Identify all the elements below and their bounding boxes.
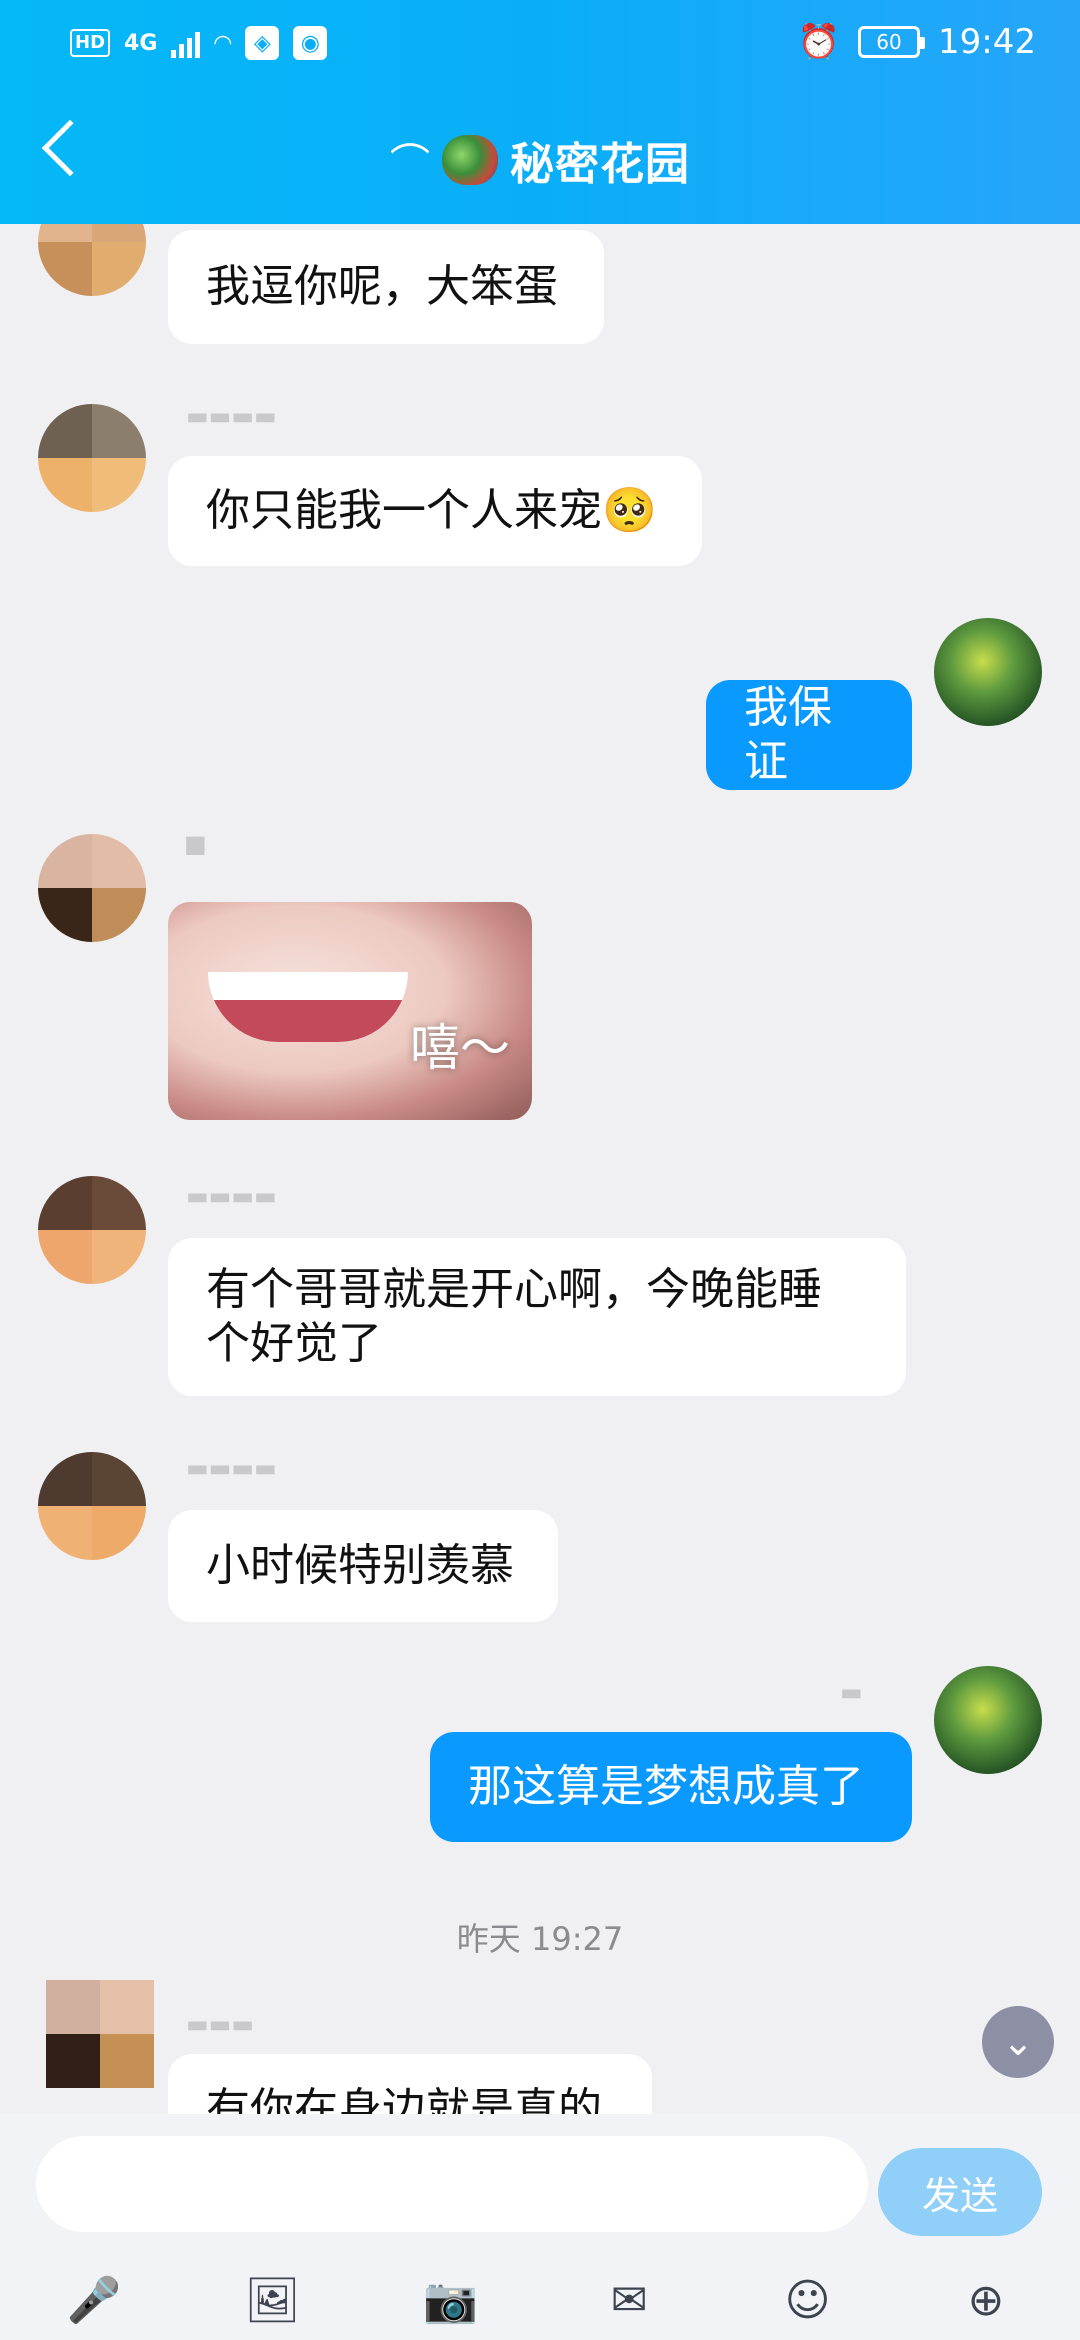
signal-icon: [171, 28, 201, 58]
wifi-icon: ◠: [214, 30, 232, 56]
message-bubble[interactable]: 小时候特别羡慕: [168, 1510, 558, 1622]
network-type: 4G: [124, 30, 158, 56]
avatar[interactable]: [46, 1980, 154, 2088]
chat-header: HD 4G ◠ ◈ ◉ ⏰ 60 19:42 ⌒ 秘密花园: [0, 0, 1080, 224]
message-bubble[interactable]: 有你在身边就是真的: [168, 2054, 652, 2114]
message-bubble[interactable]: 我逗你呢，大笨蛋: [168, 230, 604, 344]
image-caption: 嘻～: [410, 1019, 510, 1077]
avatar[interactable]: [38, 404, 146, 512]
title-row: ⌒ 秘密花园: [0, 128, 1080, 192]
avatar[interactable]: [38, 224, 146, 296]
message-bubble[interactable]: 有个哥哥就是开心啊，今晚能睡 个好觉了: [168, 1238, 906, 1396]
avatar[interactable]: [934, 618, 1042, 726]
ear-icon[interactable]: ⌒: [390, 131, 430, 189]
red-packet-icon[interactable]: ✉: [593, 2264, 665, 2336]
image-icon[interactable]: 🖼: [236, 2264, 308, 2336]
avatar[interactable]: [934, 1666, 1042, 1774]
message-line: 个好觉了: [206, 1318, 382, 1369]
message-line: 有个哥哥就是开心啊，今晚能睡: [206, 1264, 822, 1315]
image-mouth: [208, 972, 408, 1042]
composer-icons: 🎤 🖼 📷 ✉ ☺ ⊕: [0, 2264, 1080, 2336]
dragon-emoji-icon: [442, 135, 498, 185]
plus-icon[interactable]: ⊕: [950, 2264, 1022, 2336]
status-right: ⏰ 60 19:42: [798, 22, 1036, 62]
battery-icon: 60: [858, 26, 926, 58]
image-message[interactable]: 嘻～: [168, 902, 532, 1120]
clock: 19:42: [938, 22, 1036, 62]
bulb-icon: ◈: [245, 26, 280, 60]
timestamp: 昨天 19:27: [456, 1920, 624, 1958]
chat-title: 秘密花园: [510, 139, 690, 190]
avatar[interactable]: [38, 1452, 146, 1560]
sender-name: ■: [184, 830, 207, 858]
microphone-icon[interactable]: 🎤: [58, 2264, 130, 2336]
sender-name: ▬: [840, 1678, 863, 1706]
scroll-down-icon[interactable]: ⌄: [982, 2006, 1054, 2078]
alarm-icon: ⏰: [797, 22, 841, 62]
avatar[interactable]: [38, 1176, 146, 1284]
emoji-icon[interactable]: ☺: [772, 2264, 844, 2336]
chat-area[interactable]: 我逗你呢，大笨蛋 ▬▬▬▬ 你只能我一个人来宠🥺 我保证 ■ 嘻～ ▬▬▬▬ 有…: [0, 224, 1080, 2114]
hd-badge: HD: [70, 29, 111, 57]
avatar[interactable]: [38, 834, 146, 942]
sender-name: ▬▬▬▬: [186, 1182, 277, 1210]
status-left: HD 4G ◠ ◈ ◉: [70, 26, 328, 60]
status-bar: HD 4G ◠ ◈ ◉ ⏰ 60 19:42: [0, 0, 1080, 92]
composer-bar: 发送 🎤 🖼 📷 ✉ ☺ ⊕: [0, 2114, 1080, 2340]
message-input[interactable]: [36, 2136, 868, 2232]
sender-name: ▬▬▬: [186, 2010, 255, 2038]
message-bubble[interactable]: 那这算是梦想成真了: [430, 1732, 912, 1842]
send-button[interactable]: 发送: [878, 2148, 1042, 2236]
sender-name: ▬▬▬▬: [186, 402, 277, 430]
message-bubble[interactable]: 你只能我一个人来宠🥺: [168, 456, 702, 566]
message-bubble[interactable]: 我保证: [706, 680, 912, 790]
shield-icon: ◉: [293, 26, 328, 60]
camera-icon[interactable]: 📷: [415, 2264, 487, 2336]
sender-name: ▬▬▬▬: [186, 1454, 277, 1482]
